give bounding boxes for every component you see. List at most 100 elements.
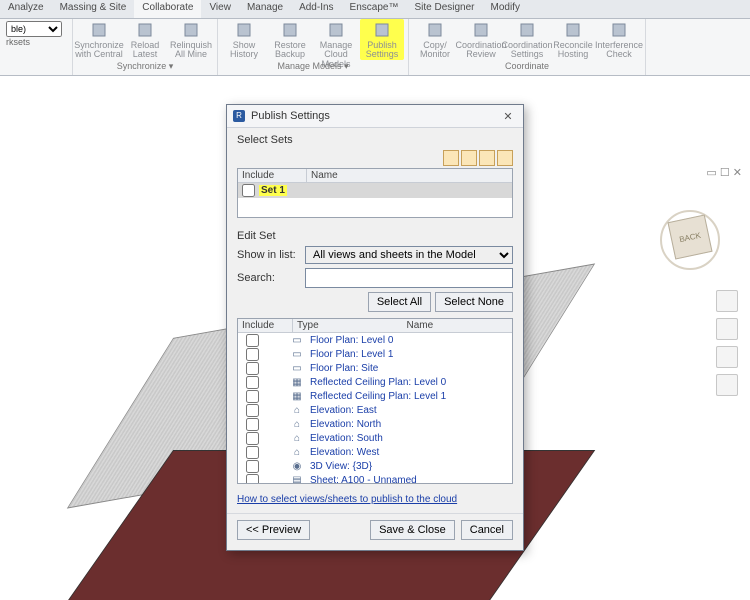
ribbon-tab-manage[interactable]: Manage (239, 0, 291, 18)
view-type-icon: ⌂ (284, 405, 310, 416)
ribbon-panel: Synchronize with CentralReload LatestRel… (73, 19, 218, 75)
publish-settings-dialog: R Publish Settings ✕ Select Sets Include… (226, 104, 524, 551)
nav-wheel-icon[interactable] (716, 290, 738, 312)
nav-orbit-icon[interactable] (716, 374, 738, 396)
duplicate-set-icon[interactable] (461, 150, 477, 166)
view-name[interactable]: Floor Plan: Site (310, 363, 378, 374)
view-type-icon: ▦ (284, 391, 310, 402)
view-name[interactable]: Floor Plan: Level 1 (310, 349, 393, 360)
ribbon-button-label: Publish Settings (360, 41, 404, 60)
ribbon-button-show-history[interactable]: Show History (222, 19, 266, 60)
worksets-dropdown[interactable]: ble) (6, 21, 62, 37)
ribbon-panel-name: Synchronize ▾ (117, 61, 174, 73)
ribbon-button-icon (235, 21, 253, 39)
ribbon-tab-modify[interactable]: Modify (483, 0, 528, 18)
close-icon[interactable]: ✕ (499, 110, 517, 123)
ribbon-button-synchronize-with-central[interactable]: Synchronize with Central (77, 19, 121, 60)
worksets-label: rksets (6, 37, 66, 47)
ribbon-button-label: Copy/ Monitor (413, 41, 457, 60)
ribbon-tab-view[interactable]: View (201, 0, 239, 18)
ribbon-button-icon (373, 21, 391, 39)
view-name[interactable]: Floor Plan: Level 0 (310, 335, 393, 346)
dialog-titlebar[interactable]: R Publish Settings ✕ (227, 105, 523, 128)
view-name[interactable]: Sheet: A100 - Unnamed (310, 475, 417, 485)
view-name[interactable]: Reflected Ceiling Plan: Level 1 (310, 391, 446, 402)
select-all-button[interactable]: Select All (368, 292, 431, 312)
view-type-icon: ⌂ (284, 419, 310, 430)
show-in-list-dropdown[interactable]: All views and sheets in the Model (305, 246, 513, 264)
cancel-button[interactable]: Cancel (461, 520, 513, 540)
ribbon-tab-enscape-[interactable]: Enscape™ (342, 0, 407, 18)
dialog-title: Publish Settings (251, 110, 499, 122)
search-input[interactable] (305, 268, 513, 288)
delete-set-icon[interactable] (497, 150, 513, 166)
ribbon-button-relinquish-all-mine[interactable]: Relinquish All Mine (169, 19, 213, 60)
view-name[interactable]: Reflected Ceiling Plan: Level 0 (310, 377, 446, 388)
view-row[interactable]: ▤Sheet: A100 - Unnamed (238, 473, 512, 484)
ribbon-tab-site-designer[interactable]: Site Designer (406, 0, 482, 18)
set-name: Set 1 (259, 185, 287, 196)
set-row[interactable]: Set 1 (238, 183, 512, 198)
set-include-checkbox[interactable] (242, 184, 255, 197)
view-name[interactable]: Elevation: South (310, 433, 383, 444)
help-link[interactable]: How to select views/sheets to publish to… (227, 490, 467, 513)
ribbon-panel-name: Manage Models ▾ (277, 61, 348, 73)
ribbon: ble) rksets Synchronize with CentralRelo… (0, 19, 750, 76)
view-type-icon: ▤ (284, 475, 310, 485)
ribbon-button-icon (472, 21, 490, 39)
view-type-icon: ⌂ (284, 447, 310, 458)
view-type-icon: ▭ (284, 335, 310, 346)
view-name[interactable]: 3D View: {3D} (310, 461, 372, 472)
sets-listbox[interactable]: Include Name Set 1 (237, 168, 513, 218)
ribbon-tab-collaborate[interactable]: Collaborate (134, 0, 201, 18)
select-sets-label: Select Sets (227, 128, 523, 148)
views-header-name: Name (403, 319, 513, 332)
sets-header-name: Name (307, 169, 512, 182)
view-type-icon: ▭ (284, 363, 310, 374)
ribbon-tab-analyze[interactable]: Analyze (0, 0, 52, 18)
ribbon-button-publish-settings[interactable]: Publish Settings (360, 19, 404, 60)
ribbon-button-icon (518, 21, 536, 39)
view-include-checkbox[interactable] (246, 474, 259, 485)
ribbon-button-reload-latest[interactable]: Reload Latest (123, 19, 167, 60)
ribbon-button-label: Reload Latest (123, 41, 167, 60)
nav-zoom-icon[interactable] (716, 346, 738, 368)
ribbon-button-copy-monitor[interactable]: Copy/ Monitor (413, 19, 457, 60)
ribbon-button-reconcile-hosting[interactable]: Reconcile Hosting (551, 19, 595, 60)
search-label: Search: (237, 272, 299, 284)
ribbon-button-label: Interference Check (595, 41, 643, 60)
save-close-button[interactable]: Save & Close (370, 520, 455, 540)
rename-set-icon[interactable] (479, 150, 495, 166)
revit-icon: R (233, 110, 245, 122)
ribbon-tab-massing-site[interactable]: Massing & Site (52, 0, 135, 18)
views-listbox[interactable]: Include Type Name ▭Floor Plan: Level 0▭F… (237, 318, 513, 484)
worksets-panel: ble) rksets (0, 19, 73, 75)
view-type-icon: ⌂ (284, 433, 310, 444)
ribbon-tabs: AnalyzeMassing & SiteCollaborateViewMana… (0, 0, 750, 19)
views-header-type: Type (293, 319, 403, 332)
ribbon-panel: Show HistoryRestore BackupManage Cloud M… (218, 19, 409, 75)
ribbon-button-coordination-review[interactable]: Coordination Review (459, 19, 503, 60)
ribbon-button-label: Relinquish All Mine (169, 41, 213, 60)
view-name[interactable]: Elevation: North (310, 419, 381, 430)
ribbon-button-icon (90, 21, 108, 39)
view-name[interactable]: Elevation: West (310, 447, 379, 458)
ribbon-button-icon (136, 21, 154, 39)
ribbon-button-restore-backup[interactable]: Restore Backup (268, 19, 312, 60)
navigation-bar (716, 290, 736, 396)
sets-header-include: Include (238, 169, 307, 182)
preview-button[interactable]: << Preview (237, 520, 310, 540)
ribbon-button-label: Restore Backup (268, 41, 312, 60)
new-set-icon[interactable] (443, 150, 459, 166)
ribbon-button-icon (182, 21, 200, 39)
ribbon-button-coordination-settings[interactable]: Coordination Settings (505, 19, 549, 60)
view-window-controls[interactable]: ▭ ☐ ✕ (706, 166, 742, 179)
view-name[interactable]: Elevation: East (310, 405, 377, 416)
ribbon-tab-add-ins[interactable]: Add-Ins (291, 0, 341, 18)
nav-pan-icon[interactable] (716, 318, 738, 340)
view-type-icon: ◉ (284, 461, 310, 472)
ribbon-button-interference-check[interactable]: Interference Check (597, 19, 641, 60)
viewcube[interactable]: BACK (660, 210, 720, 270)
ribbon-button-label: Coordination Settings (501, 41, 552, 60)
select-none-button[interactable]: Select None (435, 292, 513, 312)
